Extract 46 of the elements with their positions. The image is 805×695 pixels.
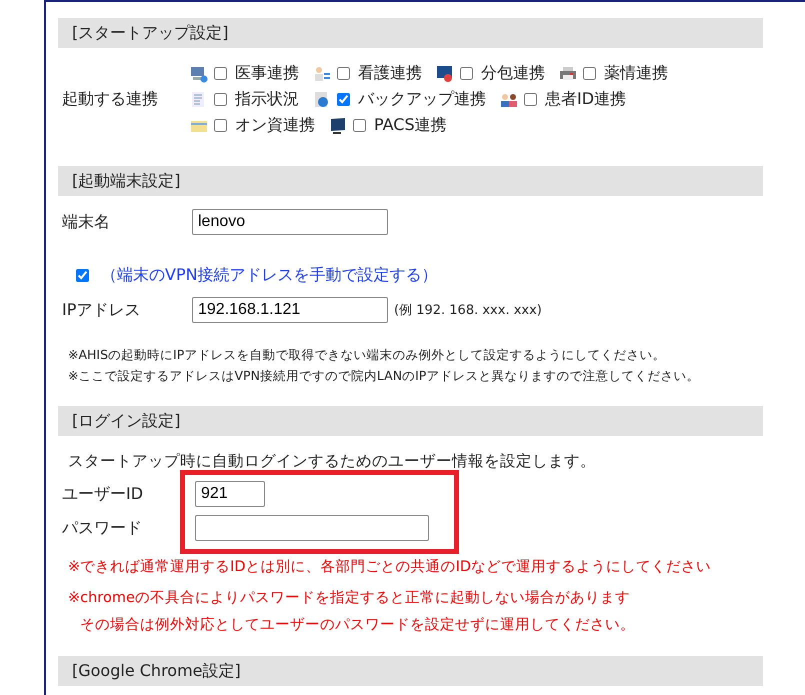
section-header: [スタートアップ設定] bbox=[58, 18, 763, 48]
section-header: [Google Chrome設定] bbox=[58, 656, 763, 686]
field-label: IPアドレス bbox=[62, 300, 142, 320]
checkbox[interactable] bbox=[337, 93, 350, 106]
checkbox-label[interactable]: 薬情連携 bbox=[604, 63, 668, 84]
checkbox[interactable] bbox=[214, 67, 227, 80]
monitor-icon bbox=[329, 116, 347, 134]
input-field[interactable]: lenovo bbox=[192, 209, 388, 235]
note-text: ※AHISの起動時にIPアドレスを自動で取得できない端末のみ例外として設定するようにしてください。 bbox=[68, 347, 666, 364]
printer-icon bbox=[559, 64, 577, 82]
example-text: (例 192. 168. xxx. xxx) bbox=[394, 302, 542, 319]
checkbox[interactable] bbox=[214, 119, 227, 132]
globe-icon bbox=[313, 90, 331, 108]
checkbox-label[interactable]: PACS連携 bbox=[374, 115, 447, 136]
checkbox[interactable] bbox=[337, 67, 350, 80]
section-header: [ログイン設定] bbox=[58, 406, 763, 436]
section-header: [起動端末設定] bbox=[58, 166, 763, 196]
checkbox[interactable] bbox=[583, 67, 596, 80]
warning-text: ※chromeの不具合によりパスワードを指定すると正常に起動しない場合があります bbox=[68, 588, 631, 607]
checkbox-label[interactable]: オン資連携 bbox=[235, 115, 315, 136]
checkbox-label[interactable]: 患者ID連携 bbox=[545, 89, 626, 110]
warning-text: その場合は例外対応としてユーザーのパスワードを設定せずに運用してください。 bbox=[79, 616, 636, 634]
checkbox[interactable] bbox=[524, 93, 537, 106]
checkbox-label[interactable]: 分包連携 bbox=[481, 63, 545, 84]
checkbox[interactable] bbox=[76, 269, 89, 282]
checkbox-label[interactable]: 医事連携 bbox=[235, 63, 299, 84]
monitor-icon bbox=[436, 64, 454, 82]
field-label: パスワード bbox=[62, 518, 143, 538]
field-label: ユーザーID bbox=[62, 484, 144, 504]
checkbox-label[interactable]: 指示状況 bbox=[235, 89, 299, 110]
checkbox[interactable] bbox=[214, 93, 227, 106]
input-field[interactable]: 192.168.1.121 bbox=[192, 297, 388, 323]
checkbox[interactable] bbox=[460, 67, 473, 80]
field-label: 端末名 bbox=[62, 212, 111, 232]
checkbox-label[interactable]: バックアップ連携 bbox=[358, 89, 486, 110]
person-icon bbox=[313, 64, 331, 82]
description-text: スタートアップ時に自動ログインするためのユーザー情報を設定します。 bbox=[67, 451, 597, 472]
input-field[interactable]: 921 bbox=[195, 481, 265, 507]
warning-text: ※できれば通常運用するIDとは別に、各部門ごとの共通のIDなどで運用するようにしてください bbox=[68, 558, 712, 576]
computer-icon bbox=[190, 64, 208, 82]
note-text: ※ここで設定するアドレスはVPN接続用ですので院内LANのIPアドレスと異なりますので注意してください。 bbox=[68, 368, 700, 385]
password-field[interactable] bbox=[195, 515, 429, 541]
checkbox-label[interactable]: 看護連携 bbox=[358, 63, 422, 84]
field-label: 起動する連携 bbox=[62, 89, 159, 110]
checkbox[interactable] bbox=[353, 119, 366, 132]
checkbox-label[interactable]: （端末のVPN接続アドレスを手動で設定する） bbox=[101, 265, 438, 286]
